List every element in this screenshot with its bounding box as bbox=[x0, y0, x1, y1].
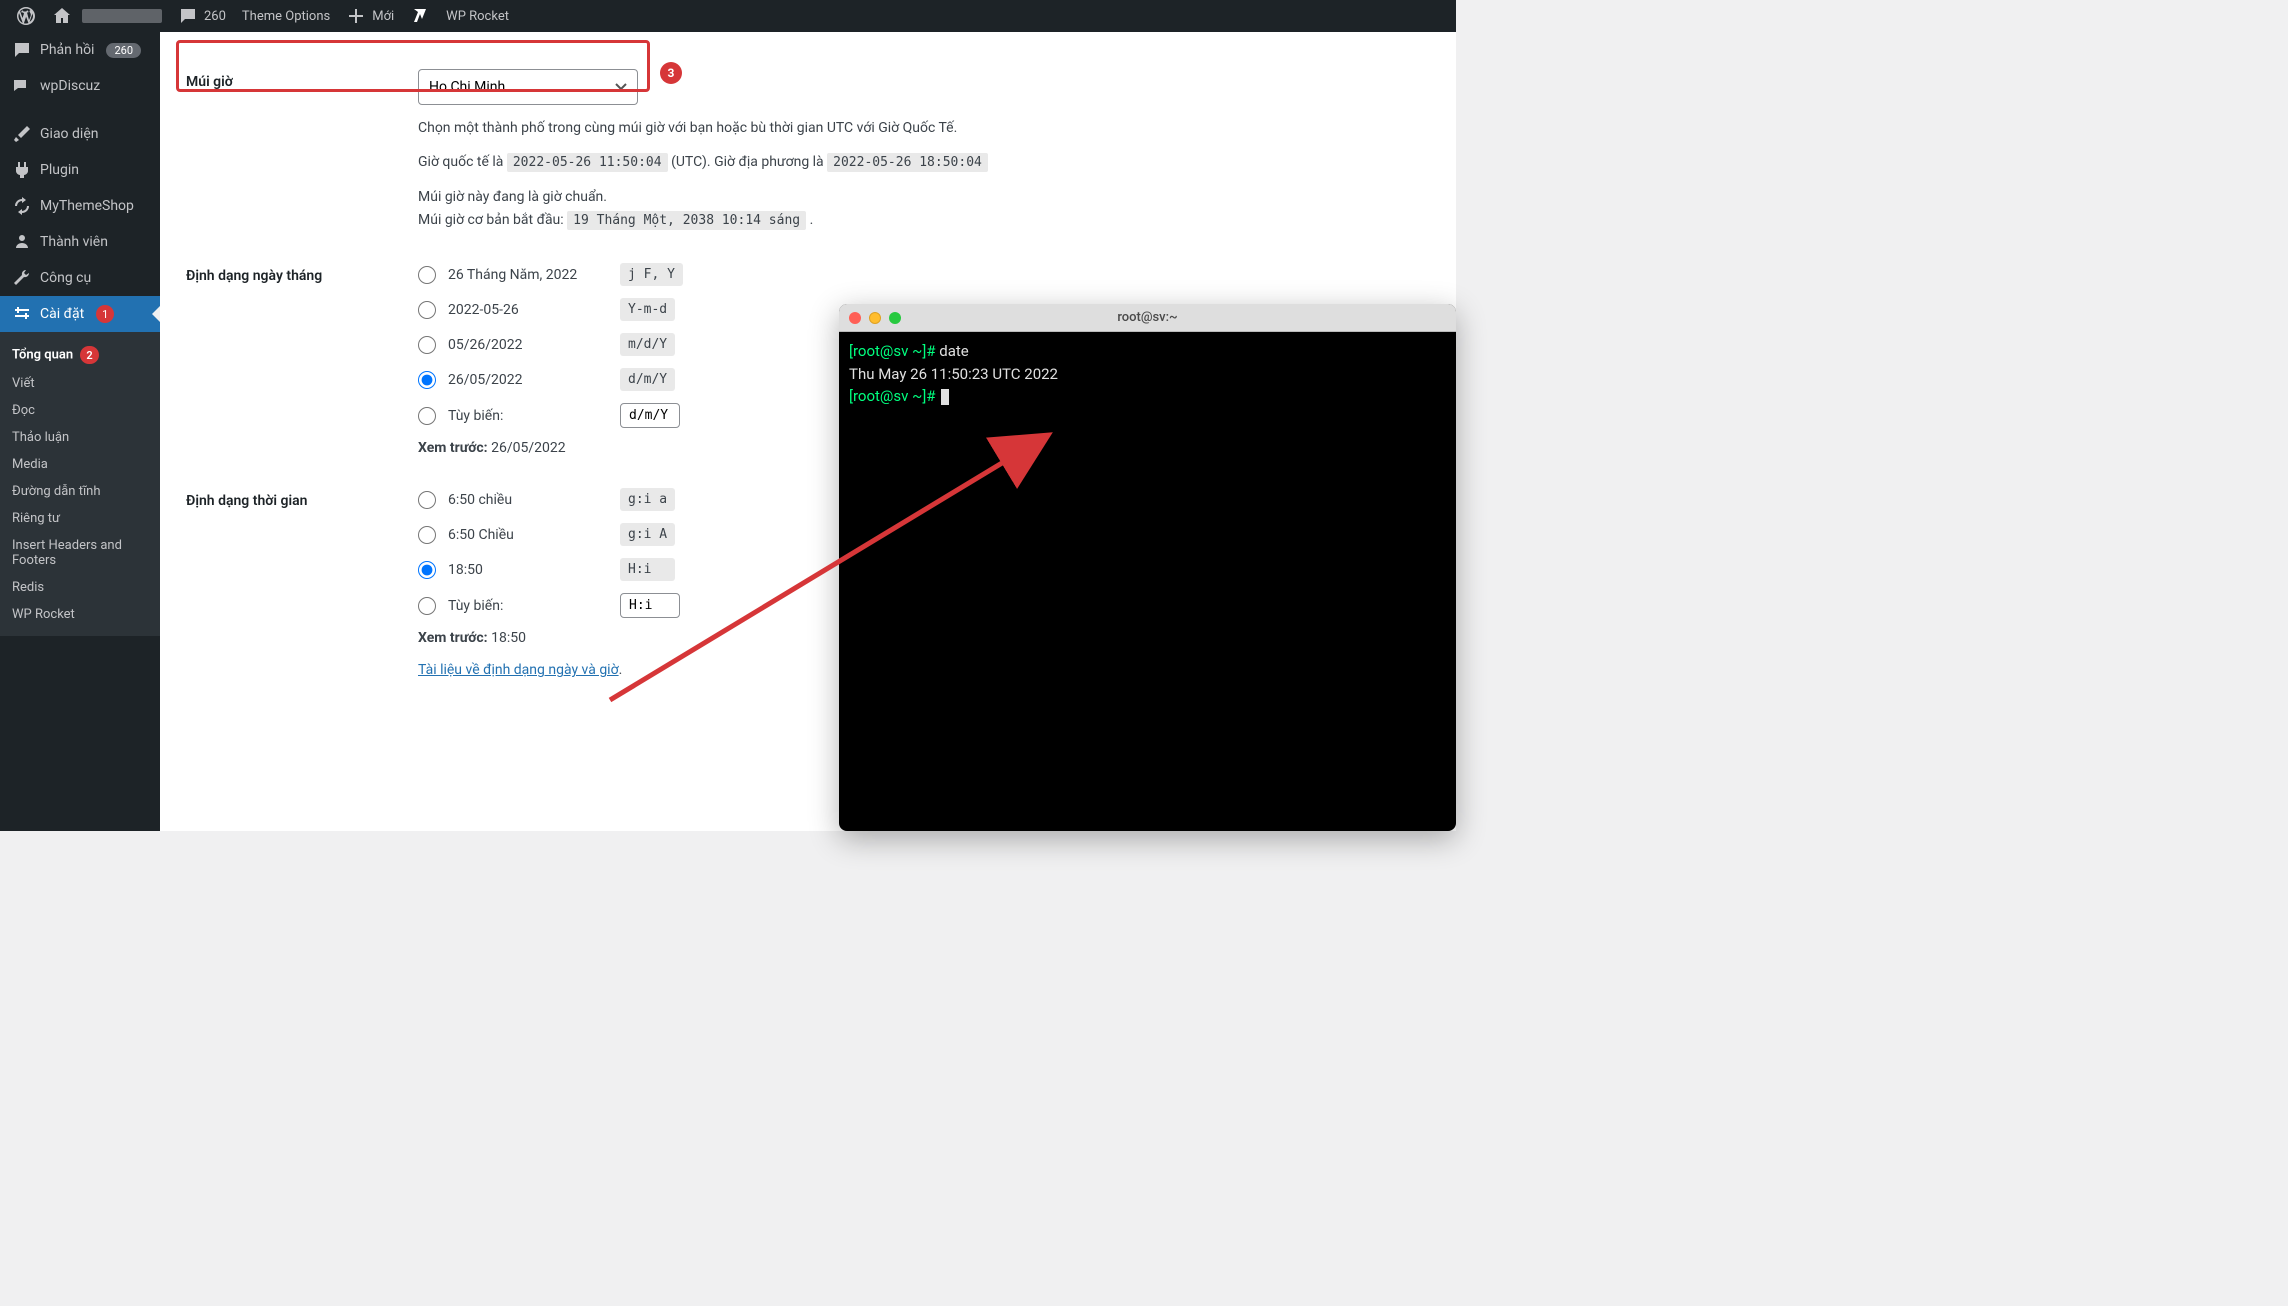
site-home[interactable] bbox=[44, 0, 170, 32]
comments-count: 260 bbox=[204, 9, 226, 24]
date-format-label: Định dạng ngày tháng bbox=[186, 248, 406, 471]
menu-settings[interactable]: Cài đặt 1 bbox=[0, 296, 160, 332]
terminal-title: root@sv:~ bbox=[1117, 310, 1177, 325]
timezone-desc: Chọn một thành phố trong cùng múi giờ vớ… bbox=[418, 117, 1420, 139]
date-format-radio-3[interactable] bbox=[418, 371, 436, 389]
wp-rocket-link[interactable]: WP Rocket bbox=[438, 0, 517, 32]
submenu-reading[interactable]: Đọc bbox=[0, 397, 160, 424]
menu-tools[interactable]: Công cụ bbox=[0, 260, 160, 296]
menu-wpdiscuz[interactable]: wpDiscuz bbox=[0, 68, 160, 104]
close-dot[interactable] bbox=[849, 312, 861, 324]
wrench-icon bbox=[12, 268, 32, 288]
sliders-icon bbox=[12, 304, 32, 324]
plus-icon bbox=[346, 6, 366, 26]
menu-users[interactable]: Thành viên bbox=[0, 224, 160, 260]
refresh-icon bbox=[12, 196, 32, 216]
terminal-body[interactable]: [root@sv ~]# date Thu May 26 11:50:23 UT… bbox=[839, 332, 1456, 416]
comment-icon bbox=[178, 6, 198, 26]
time-format-radio-1[interactable] bbox=[418, 526, 436, 544]
brush-icon bbox=[12, 124, 32, 144]
terminal-cursor bbox=[941, 389, 949, 405]
menu-appearance[interactable]: Giao diện bbox=[0, 116, 160, 152]
settings-submenu: Tổng quan 2 Viết Đọc Thảo luận Media Đườ… bbox=[0, 332, 160, 636]
menu-plugins[interactable]: Plugin bbox=[0, 152, 160, 188]
comments-link[interactable]: 260 bbox=[170, 0, 234, 32]
submenu-privacy[interactable]: Riêng tư bbox=[0, 505, 160, 532]
time-format-radio-custom[interactable] bbox=[418, 597, 436, 615]
yoast-link[interactable] bbox=[402, 0, 438, 32]
submenu-permalinks[interactable]: Đường dẫn tĩnh bbox=[0, 478, 160, 505]
admin-toolbar: 260 Theme Options Mới WP Rocket bbox=[0, 0, 1456, 32]
submenu-discussion[interactable]: Thảo luận bbox=[0, 424, 160, 451]
date-format-radio-1[interactable] bbox=[418, 301, 436, 319]
theme-options-link[interactable]: Theme Options bbox=[234, 0, 338, 32]
home-icon bbox=[52, 6, 72, 26]
plug-icon bbox=[12, 160, 32, 180]
date-format-radio-0[interactable] bbox=[418, 266, 436, 284]
window-controls bbox=[849, 312, 901, 324]
submenu-media[interactable]: Media bbox=[0, 451, 160, 478]
minimize-dot[interactable] bbox=[869, 312, 881, 324]
submenu-redis[interactable]: Redis bbox=[0, 574, 160, 601]
date-format-radio-custom[interactable] bbox=[418, 407, 436, 425]
comment-icon bbox=[12, 40, 32, 60]
date-format-radio-2[interactable] bbox=[418, 336, 436, 354]
time-format-label: Định dạng thời gian bbox=[186, 473, 406, 693]
timezone-base-line: Múi giờ cơ bản bắt đầu: 19 Tháng Một, 20… bbox=[418, 209, 1420, 232]
menu-mythemeshop[interactable]: MyThemeShop bbox=[0, 188, 160, 224]
menu-comments[interactable]: Phản hồi 260 bbox=[0, 32, 160, 68]
wp-logo[interactable] bbox=[8, 0, 44, 32]
new-content-link[interactable]: Mới bbox=[338, 0, 402, 32]
time-format-radio-2[interactable] bbox=[418, 561, 436, 579]
site-name-redacted bbox=[82, 9, 162, 23]
submenu-writing[interactable]: Viết bbox=[0, 370, 160, 397]
time-format-custom-input[interactable] bbox=[620, 593, 680, 618]
maximize-dot[interactable] bbox=[889, 312, 901, 324]
timezone-select[interactable]: Ho Chi Minh bbox=[418, 69, 638, 105]
wordpress-icon bbox=[16, 6, 36, 26]
user-icon bbox=[12, 232, 32, 252]
terminal-window: root@sv:~ [root@sv ~]# date Thu May 26 1… bbox=[839, 304, 1456, 831]
submenu-general[interactable]: Tổng quan 2 bbox=[0, 340, 160, 370]
admin-sidebar: Phản hồi 260 wpDiscuz Giao diện Plugin M… bbox=[0, 32, 160, 831]
submenu-insert-headers[interactable]: Insert Headers and Footers bbox=[0, 532, 160, 574]
submenu-wprocket[interactable]: WP Rocket bbox=[0, 601, 160, 628]
time-format-radio-0[interactable] bbox=[418, 491, 436, 509]
timezone-utc-line: Giờ quốc tế là 2022-05-26 11:50:04 (UTC)… bbox=[418, 151, 1420, 174]
timezone-std-line: Múi giờ này đang là giờ chuẩn. bbox=[418, 186, 1420, 208]
chat-icon bbox=[12, 76, 32, 96]
terminal-titlebar[interactable]: root@sv:~ bbox=[839, 304, 1456, 332]
date-time-doc-link[interactable]: Tài liệu về định dạng ngày và giờ bbox=[418, 662, 619, 678]
yoast-icon bbox=[410, 6, 430, 26]
callout-badge-3: 3 bbox=[660, 62, 682, 84]
date-format-custom-input[interactable] bbox=[620, 403, 680, 428]
timezone-label: Múi giờ bbox=[186, 54, 406, 246]
